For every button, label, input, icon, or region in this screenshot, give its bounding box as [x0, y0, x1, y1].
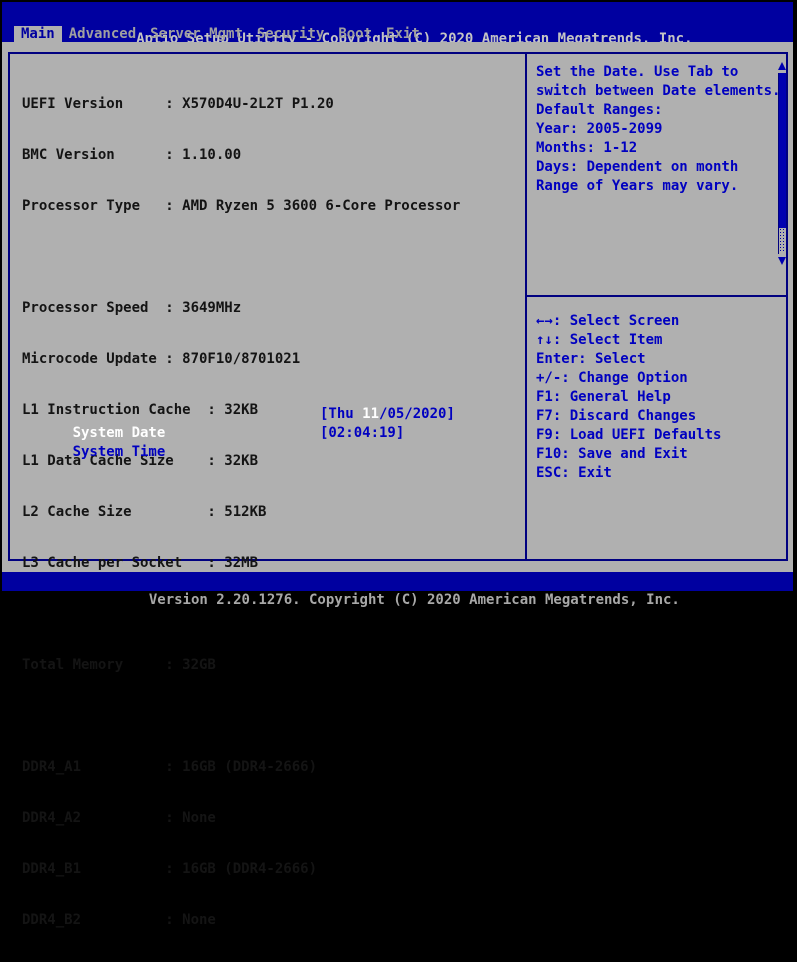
info-line-processor-type: Processor Type : AMD Ryzen 5 3600 6-Core…: [22, 197, 460, 216]
hotkey-esc-exit: ESC: Exit: [536, 464, 782, 483]
hotkey-change-option: +/-: Change Option: [536, 369, 782, 388]
help-line: Set the Date. Use Tab to: [536, 63, 776, 82]
help-line: Year: 2005-2099: [536, 120, 776, 139]
hotkey-enter-select: Enter: Select: [536, 350, 782, 369]
hotkey-select-item: ↑↓: Select Item: [536, 331, 782, 350]
info-line-l3-cache: L3 Cache per Socket : 32MB: [22, 554, 460, 573]
content-area: UEFI Version : X570D4U-2L2T P1.20 BMC Ve…: [2, 42, 793, 572]
hotkey-f10-save-exit: F10: Save and Exit: [536, 445, 782, 464]
info-line-blank: [22, 248, 460, 267]
info-line-total-memory: Total Memory : 32GB: [22, 656, 460, 675]
tab-exit[interactable]: Exit: [379, 26, 427, 42]
scrollbar-thumb[interactable]: [779, 73, 786, 228]
system-time-value[interactable]: [02:04:19]: [320, 424, 404, 443]
scrollbar-track[interactable]: [778, 73, 787, 254]
info-line-l2-cache: L2 Cache Size : 512KB: [22, 503, 460, 522]
help-line: Default Ranges:: [536, 101, 776, 120]
bios-screen: Aptio Setup Utility - Copyright (C) 2020…: [2, 2, 793, 591]
info-line-ddr4-b1: DDR4_B1 : 16GB (DDR4-2666): [22, 860, 460, 879]
scrollbar-track-texture: [779, 228, 786, 252]
system-info-list: UEFI Version : X570D4U-2L2T P1.20 BMC Ve…: [22, 63, 460, 962]
hotkey-select-screen: ←→: Select Screen: [536, 312, 782, 331]
system-date-value-prefix: [Thu: [320, 406, 362, 422]
system-date-value-suffix: /05/2020]: [379, 406, 455, 422]
system-time-row[interactable]: System Time [02:04:19]: [22, 424, 522, 443]
info-line-bmc-version: BMC Version : 1.10.00: [22, 146, 460, 165]
title-bar: Aptio Setup Utility - Copyright (C) 2020…: [2, 2, 793, 26]
system-date-value[interactable]: [Thu 11/05/2020]: [320, 405, 455, 424]
system-time-label: System Time: [73, 444, 166, 460]
scroll-down-arrow-icon[interactable]: [778, 257, 786, 265]
help-panel-divider: [527, 295, 786, 297]
help-line: Range of Years may vary.: [536, 177, 776, 196]
tab-advanced[interactable]: Advanced: [62, 26, 143, 42]
system-date-month-selected[interactable]: 11: [362, 406, 379, 422]
tab-main[interactable]: Main: [14, 26, 62, 42]
info-line-microcode-update: Microcode Update : 870F10/8701021: [22, 350, 460, 369]
tab-boot[interactable]: Boot: [331, 26, 379, 42]
hotkey-f9-load-defaults: F9: Load UEFI Defaults: [536, 426, 782, 445]
help-line: Months: 1-12: [536, 139, 776, 158]
hotkey-f7-discard-changes: F7: Discard Changes: [536, 407, 782, 426]
help-scrollbar[interactable]: [778, 62, 787, 265]
info-line-processor-speed: Processor Speed : 3649MHz: [22, 299, 460, 318]
vertical-divider: [525, 52, 527, 561]
info-line-ddr4-b2: DDR4_B2 : None: [22, 911, 460, 930]
info-line-ddr4-a1: DDR4_A1 : 16GB (DDR4-2666): [22, 758, 460, 777]
help-description: Set the Date. Use Tab to switch between …: [536, 63, 776, 196]
hotkey-legend: ←→: Select Screen ↑↓: Select Item Enter:…: [536, 312, 782, 483]
info-line-blank: [22, 605, 460, 624]
tab-server-mgmt[interactable]: Server Mgmt: [143, 26, 250, 42]
tab-security[interactable]: Security: [250, 26, 331, 42]
info-line-blank: [22, 707, 460, 726]
scroll-up-arrow-icon[interactable]: [778, 62, 786, 70]
system-date-row[interactable]: System Date [Thu 11/05/2020]: [22, 405, 522, 424]
info-line-ddr4-a2: DDR4_A2 : None: [22, 809, 460, 828]
hotkey-f1-general-help: F1: General Help: [536, 388, 782, 407]
info-line-uefi-version: UEFI Version : X570D4U-2L2T P1.20: [22, 95, 460, 114]
help-line: Days: Dependent on month: [536, 158, 776, 177]
help-line: switch between Date elements.: [536, 82, 776, 101]
